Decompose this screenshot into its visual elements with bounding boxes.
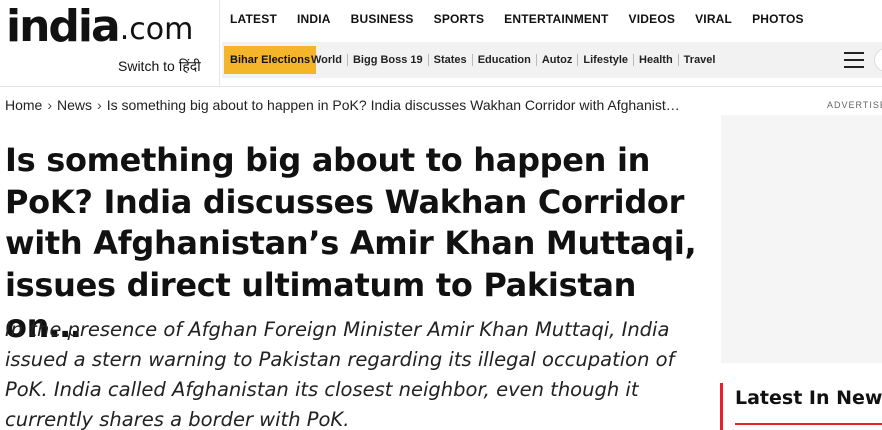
site-header: india .com Switch to हिंदी LATEST INDIA … <box>0 0 882 86</box>
logo-main-text: india <box>6 1 121 52</box>
site-logo[interactable]: india .com <box>6 4 193 50</box>
nav-sports[interactable]: SPORTS <box>434 12 485 26</box>
chevron-right-icon: › <box>47 97 53 113</box>
nav-videos[interactable]: VIDEOS <box>629 12 676 26</box>
subnav-travel[interactable]: Travel <box>677 54 721 66</box>
advertisement-label: ADVERTISEMENT <box>827 100 882 110</box>
header-divider <box>0 86 882 87</box>
nav-india[interactable]: INDIA <box>297 12 331 26</box>
subnav-items: World Bigg Boss 19 States Education Auto… <box>306 42 720 78</box>
nav-business[interactable]: BUSINESS <box>351 12 414 26</box>
breadcrumb-home[interactable]: Home <box>5 97 42 113</box>
latest-news-widget: Latest In News <box>720 383 882 430</box>
accent-bar <box>720 383 723 430</box>
language-switch-link[interactable]: Switch to हिंदी <box>118 57 201 76</box>
breadcrumb-current: Is something big about to happen in PoK?… <box>106 97 687 113</box>
breadcrumb: Home › News › Is something big about to happ… <box>5 97 705 117</box>
secondary-navigation: Bihar Elections World Bigg Boss 19 State… <box>222 42 882 78</box>
subnav-education[interactable]: Education <box>471 54 536 66</box>
nav-latest[interactable]: LATEST <box>230 12 277 26</box>
nav-entertainment[interactable]: ENTERTAINMENT <box>504 12 608 26</box>
article-summary: In the presence of Afghan Foreign Minist… <box>5 318 675 430</box>
subnav-world[interactable]: World <box>306 54 347 66</box>
chevron-right-icon: › <box>97 97 102 113</box>
subnav-health[interactable]: Health <box>633 54 678 66</box>
advertisement-slot <box>721 115 882 363</box>
title-underline <box>735 423 882 425</box>
latest-news-title: Latest In News <box>735 387 882 409</box>
nav-photos[interactable]: PHOTOS <box>752 12 804 26</box>
breadcrumb-news[interactable]: News <box>57 97 92 113</box>
logo-suffix-text: .com <box>119 12 194 47</box>
subnav-lifestyle[interactable]: Lifestyle <box>577 54 633 66</box>
subnav-states[interactable]: States <box>427 54 472 66</box>
search-icon[interactable] <box>874 48 882 72</box>
nav-viral[interactable]: VIRAL <box>695 12 732 26</box>
logo-area: india .com Switch to हिंदी <box>0 0 220 86</box>
subnav-bigg-boss-19[interactable]: Bigg Boss 19 <box>346 54 428 66</box>
top-navigation: LATEST INDIA BUSINESS SPORTS ENTERTAINME… <box>230 12 824 26</box>
hamburger-menu-icon[interactable] <box>844 52 864 68</box>
subnav-bihar-elections[interactable]: Bihar Elections <box>224 46 317 74</box>
subnav-autoz[interactable]: Autoz <box>535 54 578 66</box>
